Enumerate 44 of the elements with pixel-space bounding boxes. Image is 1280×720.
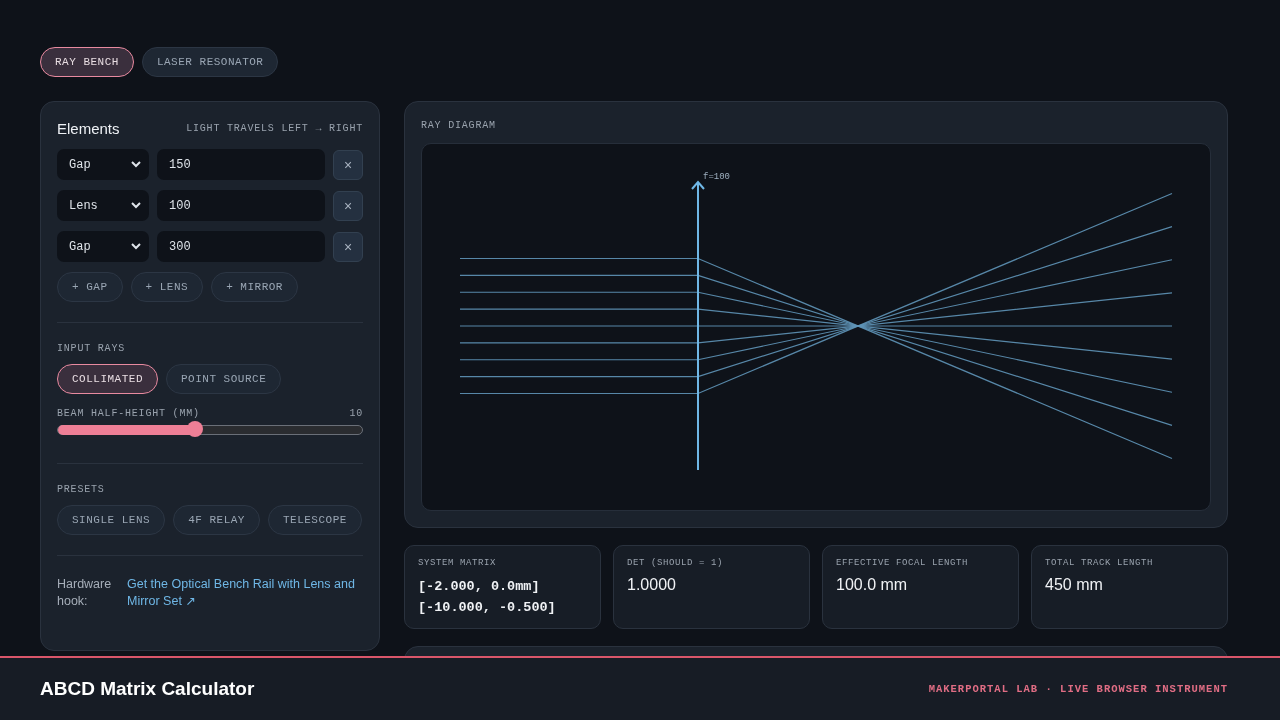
- element-value-field[interactable]: 150: [157, 149, 325, 180]
- hardware-link[interactable]: Get the Optical Bench Rail with Lens and Mirror Set ↗: [127, 576, 363, 610]
- slider-thumb[interactable]: [186, 421, 203, 437]
- element-value-field[interactable]: 300: [157, 231, 325, 262]
- add-element-button[interactable]: + LENS: [130, 272, 204, 302]
- direction-hint: LIGHT TRAVELS LEFT → RIGHT: [186, 123, 363, 134]
- remove-button[interactable]: ×: [333, 149, 363, 180]
- app-title: ABCD Matrix Calculator: [40, 678, 255, 700]
- preset-button[interactable]: TELESCOPE: [267, 505, 362, 535]
- preset-button[interactable]: 4F RELAY: [173, 505, 260, 535]
- hardware-label: Hardware hook:: [57, 576, 113, 610]
- add-element-button[interactable]: + MIRROR: [211, 272, 298, 302]
- stat-value: 100.0 mm: [836, 576, 909, 594]
- mode-tab[interactable]: RAY BENCH: [40, 47, 134, 77]
- panel-title: Elements: [57, 120, 120, 137]
- add-element-button[interactable]: + GAP: [57, 272, 123, 302]
- remove-button[interactable]: ×: [333, 190, 363, 221]
- footer-tagline: MAKERPORTAL LAB · LIVE BROWSER INSTRUMENT: [928, 683, 1228, 695]
- stat-label: SYSTEM MATRIX: [418, 558, 497, 568]
- mode-tab[interactable]: LASER RESONATOR: [141, 47, 279, 77]
- slider-label: BEAM HALF-HEIGHT (MM): [57, 408, 200, 419]
- matrix-row-text: [-10.000, -0.500]: [418, 599, 557, 617]
- lens-label: f=100: [703, 172, 730, 182]
- stat-value: 450 mm: [1045, 576, 1104, 594]
- stat-label: DET (SHOULD = 1): [627, 558, 724, 568]
- stat-label: EFFECTIVE FOCAL LENGTH: [836, 558, 970, 568]
- element-type-select[interactable]: Gap: [57, 149, 149, 180]
- ray-mode-option[interactable]: POINT SOURCE: [166, 364, 282, 394]
- element-type-select[interactable]: Gap: [57, 231, 149, 262]
- element-type-select[interactable]: Lens: [57, 190, 149, 221]
- slider-reading: 10: [349, 408, 363, 419]
- chevron-down-icon: [131, 243, 141, 250]
- ray-mode-option[interactable]: COLLIMATED: [57, 364, 158, 394]
- matrix-row-text: [-2.000, 0.0mm]: [418, 578, 541, 596]
- chevron-down-icon: [131, 202, 141, 209]
- panel-title: RAY DIAGRAM: [421, 120, 497, 131]
- stat-label: TOTAL TRACK LENGTH: [1045, 558, 1155, 568]
- section-label: INPUT RAYS: [57, 343, 126, 354]
- stat-value: 1.0000: [627, 576, 677, 594]
- section-label: PRESETS: [57, 484, 106, 495]
- remove-button[interactable]: ×: [333, 231, 363, 262]
- element-value-field[interactable]: 100: [157, 190, 325, 221]
- preset-button[interactable]: SINGLE LENS: [57, 505, 166, 535]
- chevron-down-icon: [131, 161, 141, 168]
